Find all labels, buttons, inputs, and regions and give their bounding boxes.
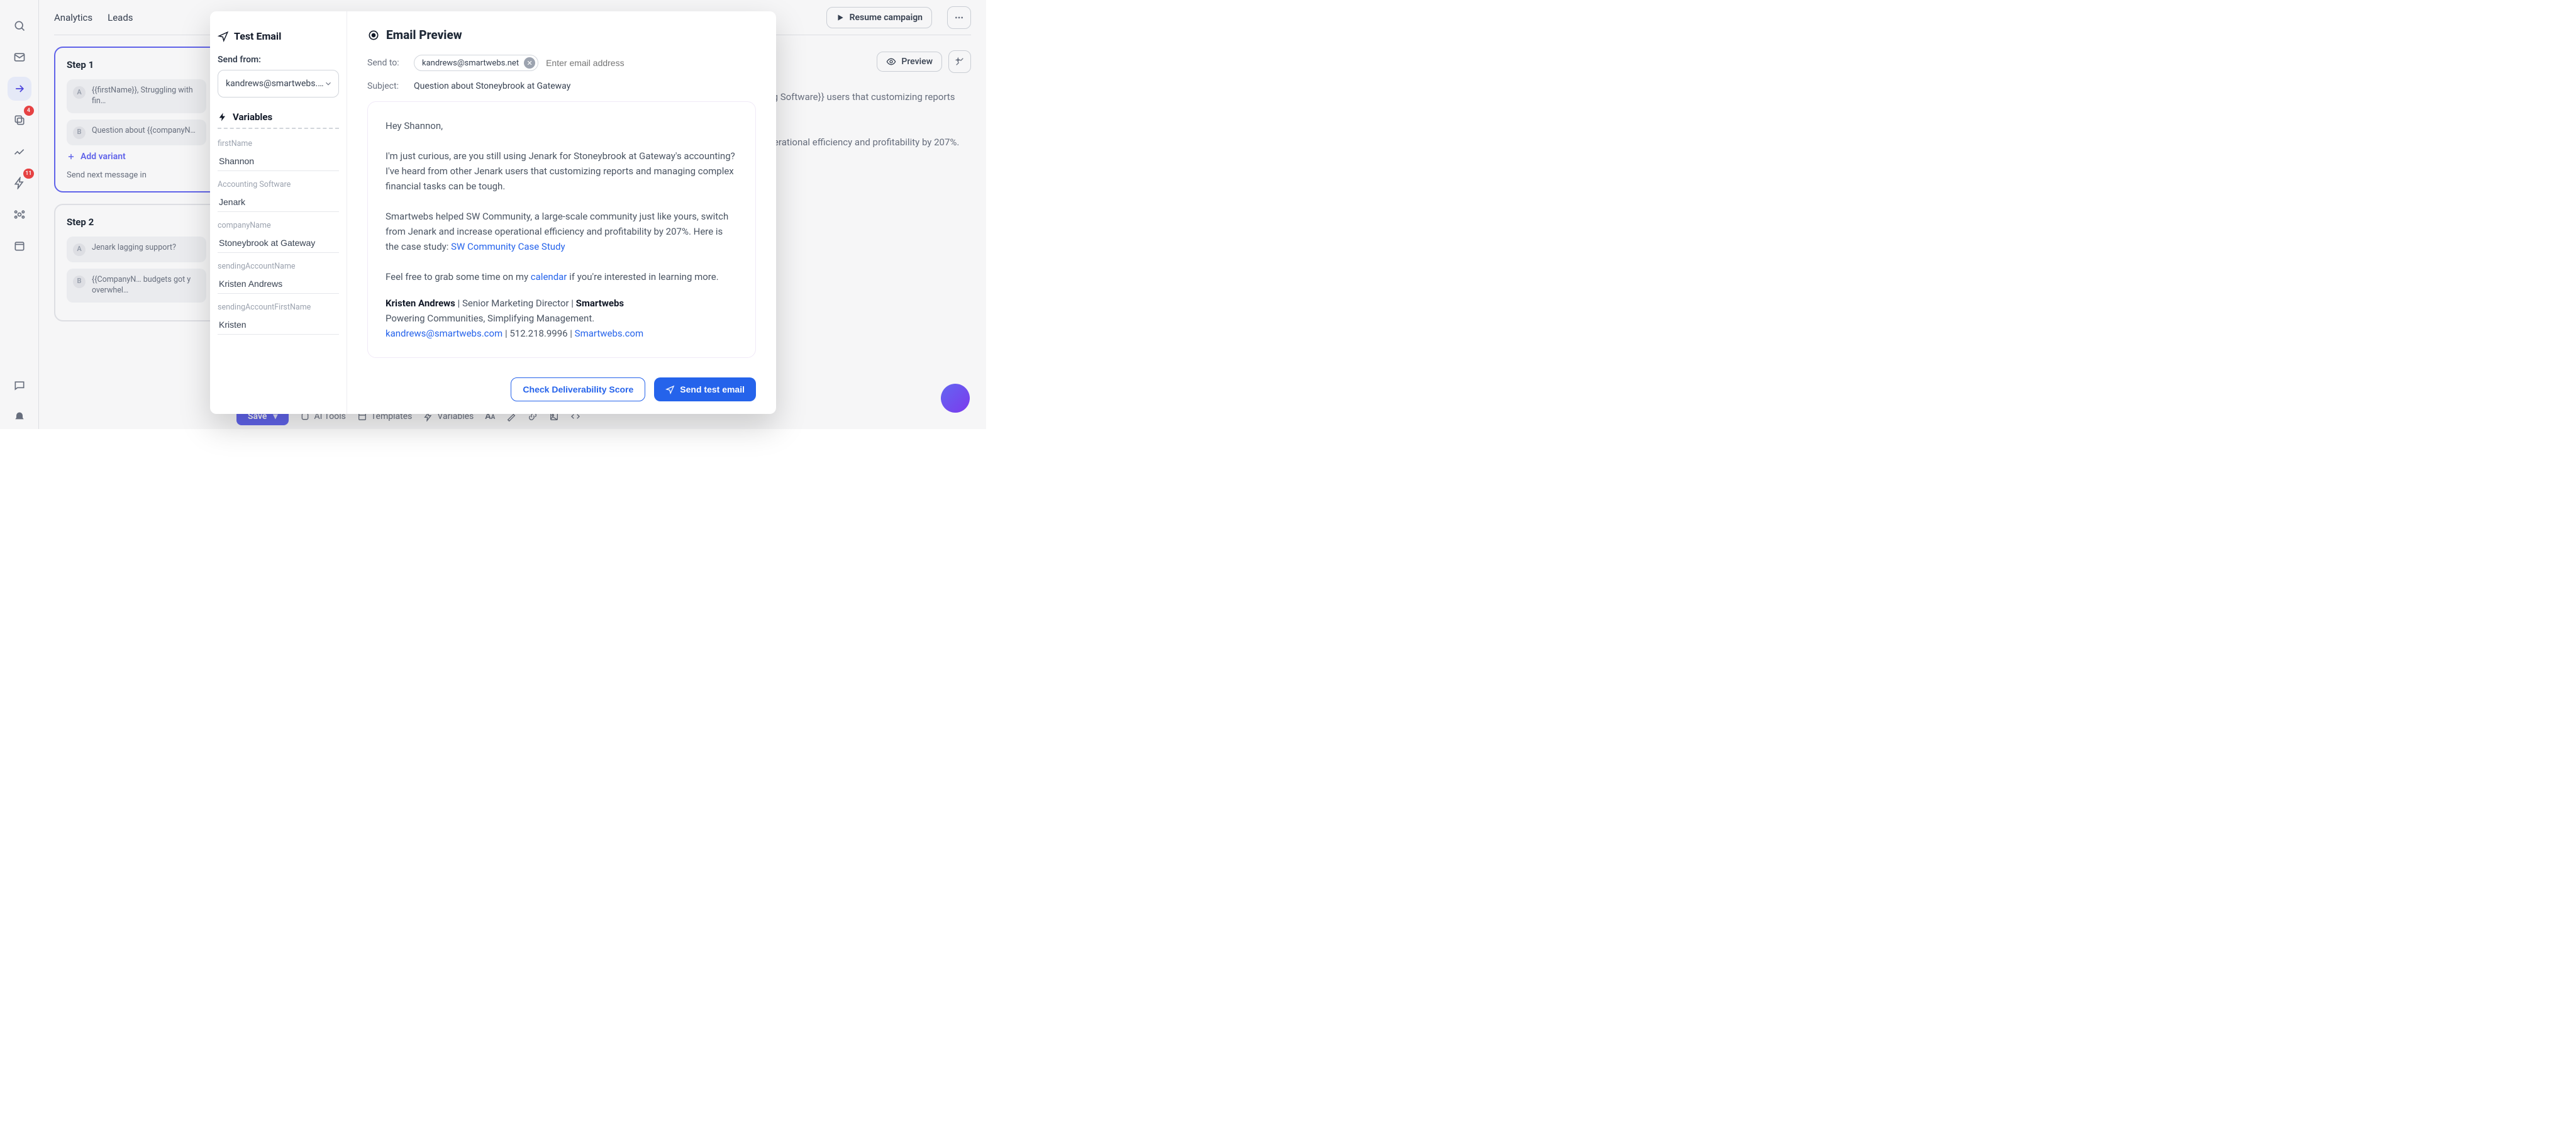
var-input-sendingfirst[interactable] xyxy=(218,317,339,335)
var-input-company[interactable] xyxy=(218,235,339,253)
add-recipient-input[interactable] xyxy=(546,58,660,68)
var-key: sendingAccountName xyxy=(218,262,339,271)
var-key: Accounting Software xyxy=(218,180,339,189)
send-from-value: kandrews@smartwebs.… xyxy=(226,79,324,89)
send-to-label: Send to: xyxy=(367,58,406,68)
signature: Kristen Andrews | Senior Marketing Direc… xyxy=(386,296,738,341)
variables-heading: Variables xyxy=(218,111,339,129)
send-test-email-button[interactable]: Send test email xyxy=(654,377,756,401)
paper-plane-icon xyxy=(665,385,675,394)
sig-tagline: Powering Communities, Simplifying Manage… xyxy=(386,313,594,324)
send-to-row: Send to: kandrews@smartwebs.net ✕ xyxy=(367,55,756,71)
target-icon xyxy=(367,29,380,42)
test-email-modal: Test Email Send from: kandrews@smartwebs… xyxy=(210,11,776,414)
send-from-label: Send from: xyxy=(218,55,339,65)
sig-name: Kristen Andrews xyxy=(386,298,455,309)
recipient-email: kandrews@smartwebs.net xyxy=(422,59,519,68)
send-from-select[interactable]: kandrews@smartwebs.… xyxy=(218,70,339,98)
modal-left-panel: Test Email Send from: kandrews@smartwebs… xyxy=(210,11,347,414)
paper-plane-icon xyxy=(218,31,229,42)
calendar-link[interactable]: calendar xyxy=(531,271,567,282)
subject-row: Subject: Question about Stoneybrook at G… xyxy=(367,81,756,91)
chevron-down-icon xyxy=(324,79,333,88)
var-input-firstname[interactable] xyxy=(218,153,339,171)
paragraph-2: Smartwebs helped SW Community, a large-s… xyxy=(386,209,738,254)
subject-value: Question about Stoneybrook at Gateway xyxy=(414,81,570,91)
recipient-chip: kandrews@smartwebs.net ✕ xyxy=(414,55,538,71)
case-study-link[interactable]: SW Community Case Study xyxy=(451,241,565,252)
modal-right-panel: Email Preview Send to: kandrews@smartweb… xyxy=(347,11,776,414)
help-fab[interactable] xyxy=(941,384,970,413)
variables-heading-text: Variables xyxy=(233,111,272,123)
var-key: firstName xyxy=(218,139,339,148)
preview-title-text: Email Preview xyxy=(386,28,462,42)
subject-label: Subject: xyxy=(367,81,406,91)
var-key: companyName xyxy=(218,221,339,230)
paragraph-3: Feel free to grab some time on my calend… xyxy=(386,269,738,284)
var-input-accounting[interactable] xyxy=(218,194,339,212)
bolt-icon xyxy=(218,112,228,122)
email-preview-card: Hey Shannon, I'm just curious, are you s… xyxy=(367,101,756,358)
var-key: sendingAccountFirstName xyxy=(218,303,339,312)
sig-email-link[interactable]: kandrews@smartwebs.com xyxy=(386,328,502,339)
sig-company: Smartwebs xyxy=(576,298,624,309)
var-input-sendingname[interactable] xyxy=(218,276,339,294)
sig-phone: | 512.218.9996 | xyxy=(505,328,575,339)
sig-site-link[interactable]: Smartwebs.com xyxy=(575,328,643,339)
modal-overlay: Test Email Send from: kandrews@smartwebs… xyxy=(0,0,986,429)
remove-chip-icon[interactable]: ✕ xyxy=(524,57,535,69)
modal-title: Test Email xyxy=(218,30,339,42)
modal-title-text: Test Email xyxy=(234,30,281,42)
check-deliverability-button[interactable]: Check Deliverability Score xyxy=(511,377,645,401)
greeting: Hey Shannon, xyxy=(386,118,738,133)
send-test-label: Send test email xyxy=(680,384,745,394)
sig-role: | Senior Marketing Director | xyxy=(458,298,576,309)
preview-title: Email Preview xyxy=(367,28,756,42)
paragraph-1: I'm just curious, are you still using Je… xyxy=(386,148,738,194)
